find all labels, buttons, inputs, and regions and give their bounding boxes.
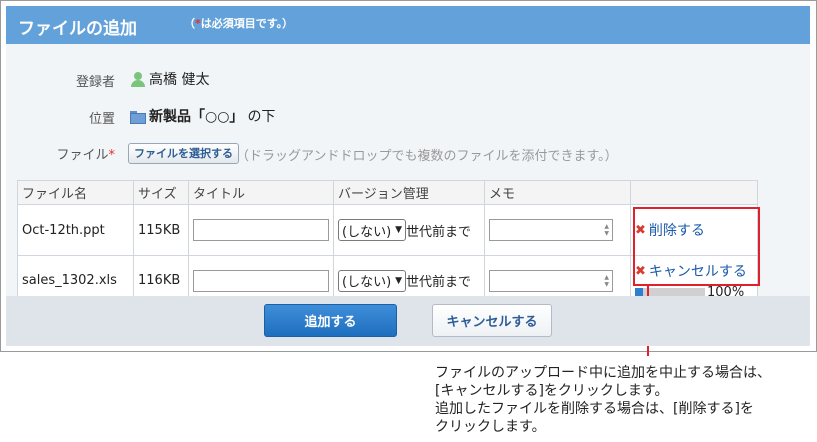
version-control: (しない) ▼ 世代前まで	[338, 269, 480, 292]
highlight-box	[633, 207, 760, 286]
memo-input[interactable]: ▲ ▼	[489, 269, 613, 292]
required-note-text: は必須項目です。）	[200, 17, 294, 30]
callout-line: ファイルのアップロード中に追加を中止する場合は、	[435, 365, 771, 381]
registrant-label: 登録者	[75, 75, 115, 90]
file-label-text: ファイル	[56, 148, 109, 163]
version-suffix: 世代前まで	[406, 224, 472, 240]
file-size-cell: 115KB	[133, 204, 189, 256]
title-input[interactable]	[193, 219, 329, 241]
version-suffix: 世代前まで	[406, 275, 472, 290]
col-version: バージョン管理	[333, 180, 485, 205]
callout-line: 追加したファイルを削除する場合は、[削除する]を	[435, 401, 754, 417]
spinner-icon[interactable]: ▲ ▼	[604, 223, 609, 237]
file-label: ファイル*	[5, 144, 115, 163]
memo-cell: ▲ ▼	[484, 204, 631, 256]
title-input[interactable]	[193, 269, 329, 292]
title-cell	[188, 204, 334, 256]
col-size: サイズ	[133, 180, 189, 205]
version-select[interactable]: (しない) ▼	[338, 269, 406, 292]
col-title: タイトル	[188, 180, 334, 205]
col-file-name: ファイル名	[17, 180, 134, 205]
select-file-button[interactable]: ファイルを選択する	[128, 143, 239, 164]
registrant-value: 高橋 健太	[130, 69, 209, 89]
required-note: （*は必須項目です。）	[184, 15, 293, 31]
table-header-row: ファイル名 サイズ タイトル バージョン管理 メモ	[17, 180, 758, 205]
cancel-button[interactable]: キャンセルする	[432, 304, 552, 337]
location-suffix: の下	[247, 109, 276, 125]
version-control: (しない) ▼ 世代前まで	[338, 219, 480, 241]
title-bar: ファイルの追加 （*は必須項目です。）	[6, 6, 810, 44]
location-folder-name: 新製品「○○」	[149, 109, 244, 125]
col-action	[630, 180, 758, 205]
folder-icon	[130, 110, 146, 124]
version-select[interactable]: (しない) ▼	[338, 219, 406, 241]
add-button[interactable]: 追加する	[264, 304, 397, 337]
callout-text: ファイルのアップロード中に追加を中止する場合は、 [キャンセルする]をクリックし…	[435, 364, 815, 436]
required-note-prefix: （	[184, 17, 195, 30]
file-name-cell: Oct-12th.ppt	[17, 204, 134, 256]
file-required-star: *	[108, 148, 116, 163]
version-cell: (しない) ▼ 世代前まで	[333, 204, 485, 256]
memo-input[interactable]: ▲ ▼	[489, 219, 613, 241]
callout-line: クリックします。	[435, 419, 546, 435]
spinner-icon[interactable]: ▲ ▼	[604, 274, 609, 288]
registrant-name: 高橋 健太	[149, 72, 210, 88]
user-icon	[130, 71, 146, 87]
location-value: 新製品「○○」 の下	[130, 106, 275, 126]
button-bar	[6, 296, 810, 346]
location-label: 位置	[88, 112, 115, 127]
callout-line: [キャンセルする]をクリックします。	[435, 383, 669, 399]
chevron-down-icon: ▼	[395, 275, 402, 286]
drop-hint: （ドラッグアンドドロップでも複数のファイルを添付できます。）	[236, 149, 618, 164]
chevron-down-icon: ▼	[395, 225, 402, 235]
dialog-title: ファイルの追加	[18, 19, 137, 39]
version-select-value: (しない)	[342, 275, 392, 290]
col-memo: メモ	[484, 180, 631, 205]
version-select-value: (しない)	[342, 224, 392, 240]
